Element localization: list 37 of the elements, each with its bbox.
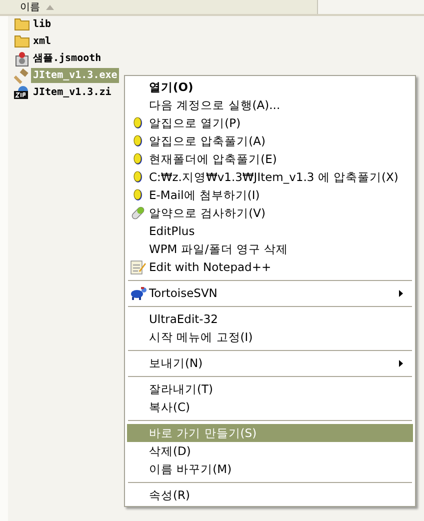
sort-arrow-icon xyxy=(46,4,54,10)
coin-icon xyxy=(132,116,144,130)
turtle-icon xyxy=(129,285,147,301)
coin-icon xyxy=(132,170,144,184)
menu-item[interactable]: WPM 파일/폴더 영구 삭제 xyxy=(127,240,413,258)
file-name[interactable]: 샘플.jsmooth xyxy=(31,51,104,66)
menu-item[interactable]: 알집으로 열기(P) xyxy=(127,114,413,132)
menu-item[interactable]: Edit with Notepad++ xyxy=(127,258,413,276)
coin-icon xyxy=(132,134,144,148)
menu-item[interactable]: 현재폴더에 압축풀기(E) xyxy=(127,150,413,168)
file-name[interactable]: lib xyxy=(31,17,54,32)
menu-item[interactable]: 잘라내기(T) xyxy=(127,380,413,398)
menu-item[interactable]: C:₩z.지영₩v1.3₩JItem_v1.3 에 압축풀기(X) xyxy=(127,168,413,186)
menu-item[interactable]: 알약으로 검사하기(V) xyxy=(127,204,413,222)
folder-icon xyxy=(14,34,30,50)
file-name[interactable]: xml xyxy=(31,34,54,49)
file-name[interactable]: JItem_v1.3.zi xyxy=(31,85,114,100)
menu-item[interactable]: 이름 바꾸기(M) xyxy=(127,460,413,478)
menu-item[interactable]: 복사(C) xyxy=(127,398,413,416)
menu-item[interactable]: E-Mail에 첨부하기(I) xyxy=(127,186,413,204)
document-icon xyxy=(14,50,30,66)
menu-item[interactable]: 보내기(N) xyxy=(127,354,413,372)
menu-item[interactable]: 알집으로 압축풀기(A) xyxy=(127,132,413,150)
menu-item[interactable]: 시작 메뉴에 고정(I) xyxy=(127,328,413,346)
menu-item[interactable]: UltraEdit-32 xyxy=(127,310,413,328)
coin-icon xyxy=(132,188,144,202)
zip-icon xyxy=(14,84,30,100)
hammer-icon xyxy=(14,68,30,84)
menu-item[interactable]: TortoiseSVN xyxy=(127,284,413,302)
coin-icon xyxy=(132,152,144,166)
menu-item[interactable]: 다음 계정으로 실행(A)... xyxy=(127,96,413,114)
menu-item[interactable]: 열기(O) xyxy=(127,78,413,96)
menu-item[interactable]: 삭제(D) xyxy=(127,442,413,460)
column-header[interactable]: 이름 xyxy=(0,0,318,14)
menu-item[interactable]: 속성(R) xyxy=(127,486,413,504)
notepad-icon xyxy=(130,259,146,275)
menu-item[interactable]: EditPlus xyxy=(127,222,413,240)
